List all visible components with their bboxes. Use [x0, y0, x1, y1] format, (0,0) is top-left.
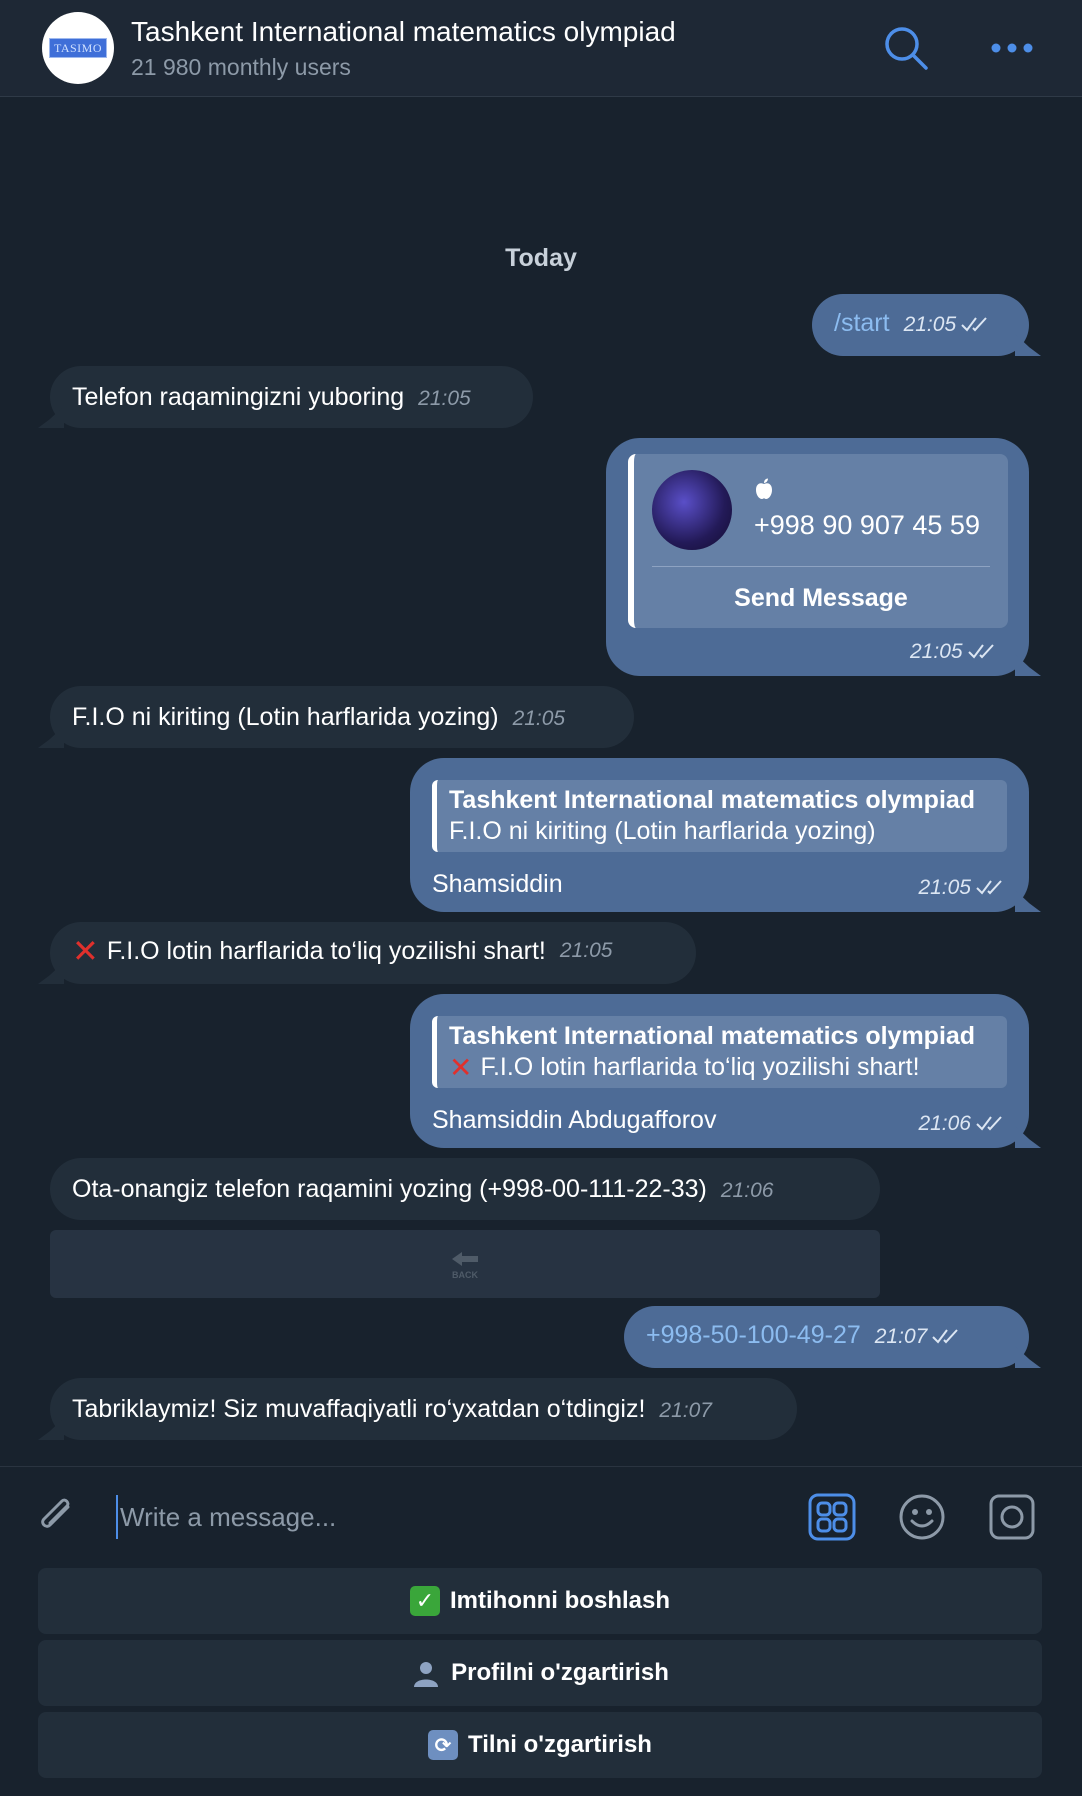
message-time: 21:05: [918, 876, 971, 899]
contact-avatar: [652, 470, 732, 550]
double-check-icon: [976, 880, 1002, 895]
cross-icon: ✕: [72, 933, 99, 969]
message-phone-link[interactable]: +998-50-100-49-27: [646, 1321, 861, 1350]
keyboard-button-label: Imtihonni boshlash: [450, 1587, 670, 1614]
contact-card[interactable]: +998 90 907 45 59 Send Message: [628, 454, 1008, 628]
message-time: 21:05: [903, 313, 957, 336]
camera-icon[interactable]: [988, 1493, 1036, 1541]
reply-preview[interactable]: Tashkent International matematics olympi…: [432, 780, 1007, 852]
back-icon: BACK: [452, 1252, 478, 1280]
chat-header: TASIMO Tashkent International matematics…: [0, 0, 1082, 97]
message-time: 21:05: [512, 707, 566, 730]
contact-phone: +998 90 907 45 59: [754, 510, 980, 540]
message-text: Ota-onangiz telefon raqamini yozing (+99…: [72, 1175, 707, 1203]
cross-icon: ✕: [449, 1051, 473, 1083]
keyboard-button-label: Profilni o'zgartirish: [451, 1659, 669, 1686]
keyboard-button-change-language[interactable]: ⟳ Tilni o'zgartirish: [38, 1712, 1042, 1778]
attach-icon[interactable]: [34, 1493, 82, 1541]
double-check-icon: [967, 644, 994, 659]
message-outgoing[interactable]: /start 21:05: [812, 294, 1029, 356]
message-time: 21:07: [659, 1399, 712, 1422]
message-time: 21:07: [874, 1325, 928, 1348]
message-incoming[interactable]: Telefon raqamingizni yuboring 21:05: [50, 366, 533, 428]
message-composer: [0, 1466, 1082, 1566]
reply-author: Tashkent International matematics olympi…: [449, 1022, 976, 1050]
send-message-button[interactable]: Send Message: [634, 584, 1008, 613]
message-time: 21:06: [918, 1112, 971, 1135]
message-incoming[interactable]: Tabriklaymiz! Siz muvaffaqiyatli ro‘yxat…: [50, 1378, 797, 1440]
message-incoming[interactable]: ✕ F.I.O lotin harflarida to‘liq yozilish…: [50, 922, 696, 984]
message-time: 21:05: [418, 387, 471, 410]
double-check-icon: [976, 1116, 1002, 1131]
more-icon[interactable]: [988, 30, 1036, 66]
search-icon[interactable]: [882, 24, 930, 72]
date-separator: Today: [505, 244, 577, 272]
reply-text: F.I.O ni kiriting (Lotin harflarida yozi…: [449, 817, 876, 845]
message-incoming[interactable]: Ota-onangiz telefon raqamini yozing (+99…: [50, 1158, 880, 1220]
message-time: 21:05: [910, 640, 963, 663]
double-check-icon: [932, 1329, 959, 1344]
message-text: Shamsiddin: [432, 870, 563, 898]
message-time: 21:06: [720, 1179, 774, 1202]
bot-keyboard-icon[interactable]: [808, 1493, 856, 1541]
message-text[interactable]: /start: [834, 309, 890, 338]
message-text: F.I.O ni kiriting (Lotin harflarida yozi…: [72, 703, 499, 731]
channel-avatar[interactable]: TASIMO: [42, 12, 114, 84]
keyboard-button-start-exam[interactable]: ✓ Imtihonni boshlash: [38, 1568, 1042, 1634]
message-outgoing-reply[interactable]: Tashkent International matematics olympi…: [410, 994, 1029, 1148]
reply-author: Tashkent International matematics olympi…: [449, 786, 976, 814]
message-text: Tabriklaymiz! Siz muvaffaqiyatli ro‘yxat…: [72, 1395, 646, 1423]
chat-title[interactable]: Tashkent International matematics olympi…: [131, 16, 676, 48]
apple-icon: [756, 478, 772, 499]
message-outgoing-reply[interactable]: Tashkent International matematics olympi…: [410, 758, 1029, 912]
message-text: F.I.O lotin harflarida to‘liq yozilishi …: [106, 936, 546, 965]
message-outgoing[interactable]: +998-50-100-49-27 21:07: [624, 1306, 1029, 1368]
user-icon: [414, 1662, 439, 1687]
channel-logo: TASIMO: [49, 38, 107, 58]
double-check-icon: [961, 317, 987, 332]
back-label: BACK: [452, 1270, 478, 1280]
keyboard-button-label: Tilni o'zgartirish: [468, 1731, 652, 1758]
refresh-icon: ⟳: [428, 1730, 459, 1760]
message-text: Shamsiddin Abdugafforov: [432, 1106, 717, 1134]
message-time: 21:05: [559, 939, 613, 962]
chat-subtitle: 21 980 monthly users: [131, 54, 351, 80]
message-input[interactable]: [116, 1495, 776, 1539]
check-icon: ✓: [410, 1586, 440, 1616]
message-incoming[interactable]: F.I.O ni kiriting (Lotin harflarida yozi…: [50, 686, 634, 748]
reply-preview[interactable]: Tashkent International matematics olympi…: [432, 1016, 1007, 1088]
keyboard-button-edit-profile[interactable]: Profilni o'zgartirish: [38, 1640, 1042, 1706]
reply-text: F.I.O lotin harflarida to‘liq yozilishi …: [480, 1053, 920, 1081]
inline-back-button[interactable]: BACK: [50, 1230, 880, 1298]
emoji-icon[interactable]: [898, 1493, 946, 1541]
divider: [652, 566, 990, 567]
message-text: Telefon raqamingizni yuboring: [72, 383, 405, 411]
